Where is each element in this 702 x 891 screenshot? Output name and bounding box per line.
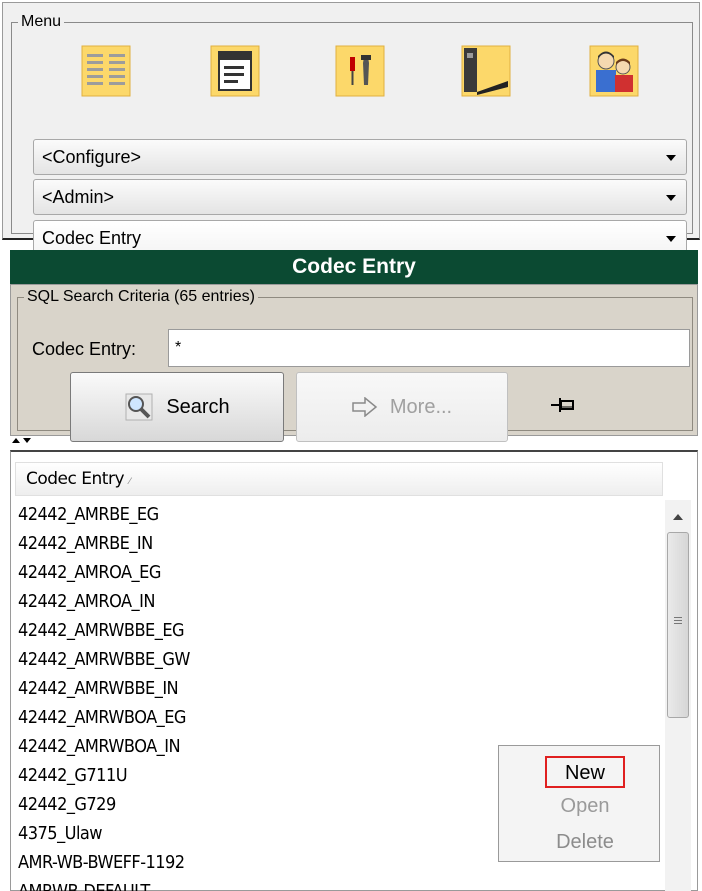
grip-icon [674,617,682,618]
scrollbar-thumb[interactable] [667,532,689,718]
server-icon[interactable] [461,45,511,97]
configure-dropdown[interactable]: <Configure> [33,139,687,175]
collapse-up-icon[interactable] [12,438,20,443]
form-view-icon[interactable] [210,45,260,97]
chevron-down-icon [666,155,676,161]
panel-splitter[interactable] [10,438,698,448]
scroll-up-icon[interactable] [673,514,683,520]
action-popup: New Open Delete [498,745,660,862]
menu-icon-row [12,45,692,105]
search-panel: SQL Search Criteria (65 entries) Codec E… [10,284,698,442]
more-button-label: More... [389,395,453,418]
list-item[interactable]: 42442_AMROA_EG [18,558,594,587]
expand-down-icon[interactable] [23,438,31,443]
column-header-label: Codec Entry [26,469,125,489]
list-item[interactable]: 42442_AMRWBBE_IN [18,674,594,703]
admin-dropdown-value: <Admin> [42,187,115,207]
menu-legend: Menu [18,12,65,32]
column-header-codec-entry[interactable]: Codec Entry ⁄ [15,462,663,496]
vertical-scrollbar[interactable] [665,500,691,891]
chevron-down-icon [666,236,676,242]
configure-dropdown-value: <Configure> [42,147,142,167]
chevron-down-icon [666,195,676,201]
search-criteria-legend: SQL Search Criteria (65 entries) [24,287,258,307]
page-title: Codec Entry [10,250,698,284]
list-item[interactable]: 42442_AMRBE_IN [18,529,594,558]
search-button[interactable]: Search [70,372,284,442]
list-item[interactable]: 42442_AMRBE_EG [18,500,594,529]
list-item[interactable]: 42442_AMROA_IN [18,587,594,616]
open-button[interactable]: Open [545,791,625,823]
search-criteria-group: SQL Search Criteria (65 entries) Codec E… [17,287,693,442]
arrow-right-icon [352,397,378,417]
delete-button[interactable]: Delete [545,827,625,859]
list-view-icon[interactable] [81,45,131,97]
list-item[interactable]: 42442_AMRWBBE_GW [18,645,594,674]
menu-group: Menu <Configure> <Admin> Codec Entry [11,12,693,256]
codec-entry-label: Codec Entry: [32,339,137,359]
menu-panel: Menu <Configure> <Admin> Codec Entry [2,2,700,256]
more-button[interactable]: More... [296,372,508,442]
admin-dropdown[interactable]: <Admin> [33,179,687,215]
codec-entry-search-input[interactable]: * [168,329,690,367]
search-button-label: Search [166,395,230,418]
users-icon[interactable] [589,45,639,97]
list-item[interactable]: 42442_AMRWBOA_EG [18,703,594,732]
list-item[interactable]: AMRWB-DEFAULT [18,877,594,891]
sort-icon: ⁄ [129,477,131,487]
list-item[interactable]: 42442_AMRWBBE_EG [18,616,594,645]
entity-dropdown-value: Codec Entry [42,228,142,248]
pin-icon[interactable] [550,394,576,416]
magnifier-icon [125,393,153,421]
tools-icon[interactable] [335,45,385,97]
new-button[interactable]: New [545,756,625,788]
